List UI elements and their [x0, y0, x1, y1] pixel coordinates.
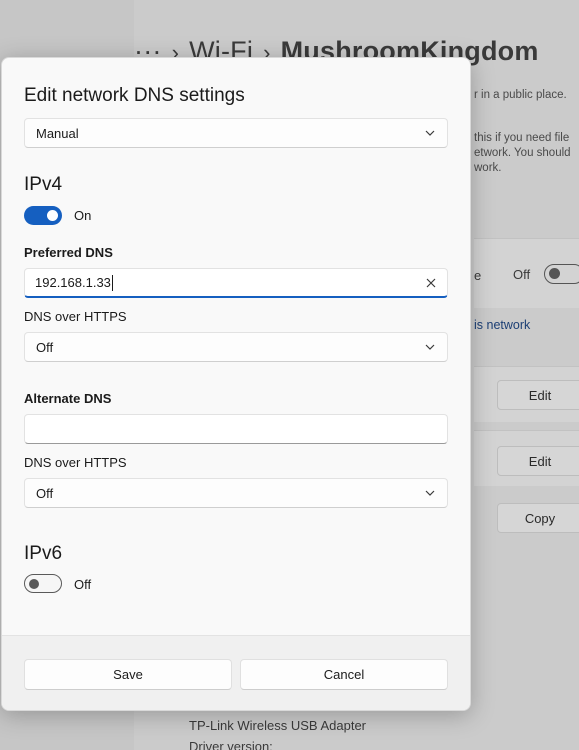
preferred-doh-select[interactable]: Off	[24, 332, 448, 362]
dns-mode-select[interactable]: Manual	[24, 118, 448, 148]
save-button[interactable]: Save	[24, 659, 232, 690]
preferred-dns-input[interactable]: 192.168.1.33	[24, 268, 448, 298]
row-letter: e	[474, 268, 482, 283]
chevron-down-icon	[425, 490, 435, 496]
dialog-title: Edit network DNS settings	[24, 85, 245, 106]
preferred-doh-value: Off	[36, 339, 54, 355]
adapter-text: TP-Link Wireless USB Adapter	[189, 718, 367, 733]
text-caret	[111, 274, 113, 291]
description-line-2: etwork. You should	[474, 147, 571, 159]
description-line-1: this if you need file	[474, 132, 570, 144]
clear-icon[interactable]	[425, 277, 437, 289]
ipv6-toggle-label: Off	[74, 577, 92, 592]
alternate-dns-label: Alternate DNS	[24, 391, 112, 406]
bg-toggle-label: Off	[513, 267, 531, 282]
alternate-doh-label: DNS over HTTPS	[24, 455, 127, 470]
alternate-doh-select[interactable]: Off	[24, 478, 448, 508]
alternate-dns-input[interactable]	[24, 414, 448, 444]
driver-version-text: Driver version:	[189, 739, 273, 750]
ipv4-toggle-label: On	[74, 208, 92, 223]
edit-dns-dialog: Edit network DNS settings Manual IPv4 On…	[1, 57, 471, 711]
edit-ip-button[interactable]: Edit	[497, 380, 579, 410]
ipv6-title: IPv6	[24, 543, 63, 564]
edit-dns-button[interactable]: Edit	[497, 446, 579, 476]
dialog-footer: Save Cancel	[2, 635, 470, 710]
cancel-button[interactable]: Cancel	[240, 659, 448, 690]
description-line-3: work.	[474, 162, 502, 174]
public-place-text: r in a public place.	[474, 89, 567, 101]
bg-toggle-switch[interactable]	[544, 264, 579, 284]
preferred-dns-label: Preferred DNS	[24, 245, 113, 260]
network-link[interactable]: is network	[474, 318, 530, 332]
chevron-down-icon	[425, 344, 435, 350]
ipv6-toggle[interactable]	[24, 574, 62, 593]
preferred-dns-value: 192.168.1.33	[35, 275, 111, 290]
dns-mode-value: Manual	[36, 125, 79, 141]
ipv4-toggle[interactable]	[24, 206, 62, 225]
preferred-doh-label: DNS over HTTPS	[24, 309, 127, 324]
ipv4-title: IPv4	[24, 174, 63, 195]
chevron-down-icon	[425, 130, 435, 136]
alternate-doh-value: Off	[36, 485, 54, 501]
copy-button[interactable]: Copy	[497, 503, 579, 533]
